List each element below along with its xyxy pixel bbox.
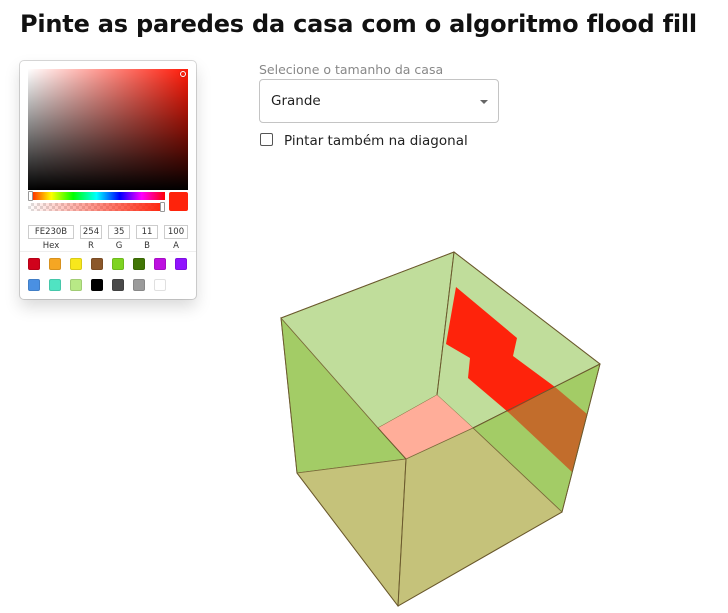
preset-color-swatch[interactable] (91, 279, 103, 291)
preset-color-swatch[interactable] (133, 258, 145, 270)
blue-input[interactable] (136, 225, 158, 239)
green-input[interactable] (108, 225, 130, 239)
saturation-cursor[interactable] (180, 71, 186, 77)
alpha-field-group: A (164, 219, 188, 251)
chevron-down-icon (480, 100, 488, 104)
preset-color-swatch[interactable] (70, 279, 82, 291)
preset-color-swatch[interactable] (49, 279, 61, 291)
preset-color-swatch[interactable] (154, 258, 166, 270)
preset-color-swatch[interactable] (154, 279, 166, 291)
preset-color-swatch[interactable] (175, 258, 187, 270)
red-field-group: R (80, 219, 102, 251)
hex-input[interactable] (28, 225, 74, 239)
alpha-label: A (173, 241, 179, 251)
picker-divider (20, 251, 196, 252)
alpha-slider[interactable] (28, 202, 165, 212)
saturation-area[interactable] (28, 69, 188, 190)
red-label: R (88, 241, 94, 251)
hue-slider[interactable] (28, 191, 165, 201)
current-color-swatch (169, 192, 188, 211)
house-size-select[interactable]: Grande (259, 79, 499, 123)
diagonal-label: Pintar também na diagonal (284, 133, 468, 149)
red-input[interactable] (80, 225, 102, 239)
blue-label: B (144, 241, 150, 251)
blue-field-group: B (136, 219, 158, 251)
preset-color-swatch[interactable] (91, 258, 103, 270)
preset-color-swatch[interactable] (70, 258, 82, 270)
house-size-label: Selecione o tamanho da casa (259, 62, 444, 77)
green-field-group: G (108, 219, 130, 251)
preset-color-swatch[interactable] (28, 279, 40, 291)
house-size-value: Grande (271, 93, 321, 109)
preset-color-swatch[interactable] (112, 258, 124, 270)
diagonal-checkbox[interactable] (260, 133, 273, 146)
alpha-input[interactable] (164, 225, 188, 239)
green-label: G (115, 241, 123, 251)
preset-color-swatch[interactable] (28, 258, 40, 270)
hex-field-group: Hex (28, 219, 74, 251)
hex-label: Hex (42, 241, 60, 251)
page-title: Pinte as paredes da casa com o algoritmo… (20, 10, 697, 38)
preset-color-swatch[interactable] (133, 279, 145, 291)
alpha-slider-handle[interactable] (160, 202, 165, 212)
color-picker: Hex R G B A (20, 61, 196, 299)
hue-slider-handle[interactable] (28, 191, 33, 201)
preset-color-swatch[interactable] (49, 258, 61, 270)
front-floor[interactable] (296, 458, 407, 608)
house-canvas[interactable] (260, 240, 610, 610)
preset-color-swatch[interactable] (112, 279, 124, 291)
